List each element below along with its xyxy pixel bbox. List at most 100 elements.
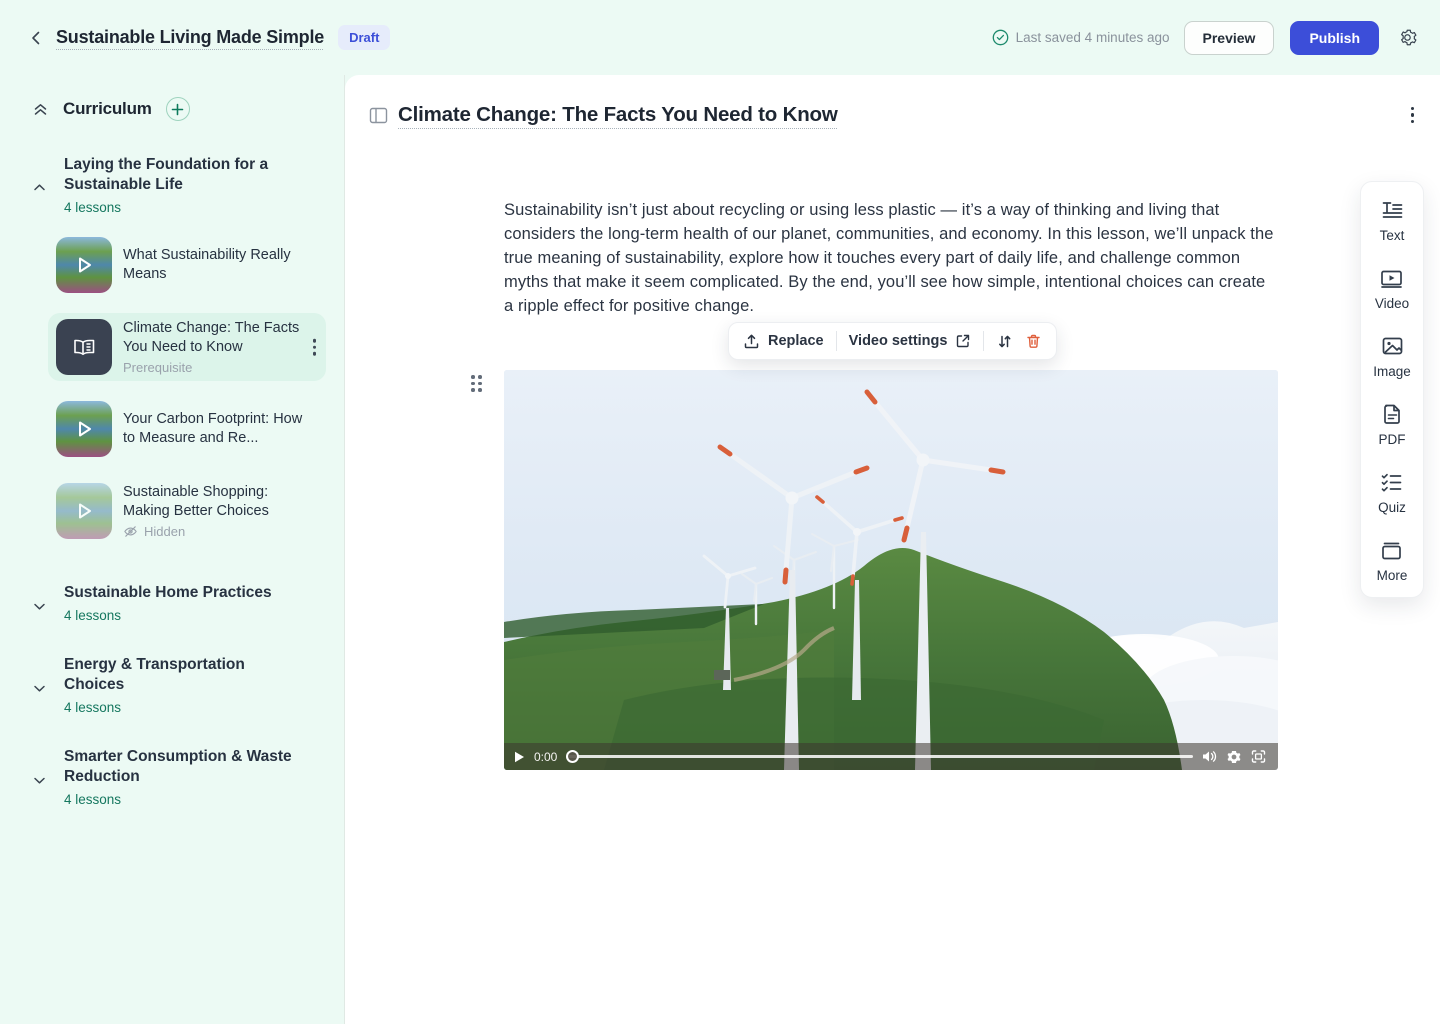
curriculum-section: Energy & Transportation Choices 4 lesson… [32, 655, 326, 715]
section-header-3[interactable]: Energy & Transportation Choices 4 lesson… [32, 655, 326, 715]
lesson-item-sustainable-shopping[interactable]: Sustainable Shopping: Making Better Choi… [48, 477, 326, 545]
top-bar-actions: Last saved 4 minutes ago Preview Publish [992, 21, 1418, 55]
lesson-item-what-sustainability[interactable]: What Sustainability Really Means [48, 231, 326, 299]
lesson-page-title[interactable]: Climate Change: The Facts You Need to Kn… [398, 103, 838, 127]
course-editor-app: Sustainable Living Made Simple Draft Las… [0, 0, 1440, 1024]
curriculum-header: Curriculum [32, 97, 326, 121]
external-link-icon [955, 333, 971, 349]
lesson-reading-thumbnail [56, 319, 112, 375]
trash-icon [1025, 333, 1042, 350]
text-icon [1380, 198, 1405, 223]
play-icon [56, 401, 112, 457]
panel-left-icon [369, 106, 388, 125]
last-saved-status: Last saved 4 minutes ago [992, 29, 1170, 46]
settings-button[interactable] [1397, 27, 1418, 48]
section-header-4[interactable]: Smarter Consumption & Waste Reduction 4 … [32, 747, 326, 807]
eye-off-icon [123, 524, 138, 539]
image-icon [1380, 334, 1405, 359]
back-button[interactable] [22, 24, 50, 52]
section-title: Energy & Transportation Choices [64, 655, 294, 695]
video-control-bar: 0:00 [504, 743, 1278, 770]
section-title: Sustainable Home Practices [64, 583, 272, 603]
lesson-hidden-label: Hidden [123, 524, 308, 539]
sort-arrows-icon [996, 333, 1013, 350]
section-title: Laying the Foundation for a Sustainable … [64, 155, 294, 195]
video-block-toolbar: Replace Video settings [728, 322, 1057, 360]
lesson-options-button[interactable] [1411, 107, 1415, 124]
volume-icon [1202, 750, 1217, 763]
section-lesson-count: 4 lessons [64, 608, 272, 623]
lesson-item-climate-change[interactable]: Climate Change: The Facts You Need to Kn… [48, 313, 326, 381]
delete-block-button[interactable] [1025, 333, 1042, 350]
video-player[interactable]: 0:00 [504, 370, 1278, 770]
curriculum-sidebar: Curriculum Laying the Foundation for a S… [0, 75, 345, 1024]
publish-button[interactable]: Publish [1290, 21, 1379, 55]
section-title: Smarter Consumption & Waste Reduction [64, 747, 294, 787]
lesson-editor-main: Climate Change: The Facts You Need to Kn… [345, 75, 1440, 1024]
lesson-options-button[interactable] [313, 339, 317, 356]
curriculum-section: Laying the Foundation for a Sustainable … [32, 155, 326, 545]
open-book-icon [70, 333, 98, 361]
section-lesson-count: 4 lessons [64, 792, 294, 807]
video-timestamp: 0:00 [534, 750, 557, 764]
add-section-button[interactable] [166, 97, 190, 121]
lesson-video-thumbnail [56, 401, 112, 457]
curriculum-title: Curriculum [63, 99, 152, 119]
insert-more-button[interactable]: More [1377, 538, 1408, 583]
play-icon [514, 751, 525, 763]
curriculum-section: Smarter Consumption & Waste Reduction 4 … [32, 747, 326, 807]
more-icon [1379, 538, 1404, 563]
lesson-title: Your Carbon Footprint: How to Measure an… [123, 410, 308, 448]
lesson-video-thumbnail [56, 483, 112, 539]
lesson-title: Sustainable Shopping: Making Better Choi… [123, 483, 308, 521]
lesson-paragraph[interactable]: Sustainability isn’t just about recyclin… [504, 198, 1278, 318]
fullscreen-icon [1251, 750, 1266, 763]
top-bar: Sustainable Living Made Simple Draft Las… [0, 0, 1440, 75]
video-scrubber-handle[interactable] [566, 750, 579, 763]
play-button[interactable] [514, 751, 525, 763]
lesson-list: What Sustainability Really Means Climate… [48, 231, 326, 545]
curriculum-section: Sustainable Home Practices 4 lessons [32, 583, 326, 623]
lesson-header: Climate Change: The Facts You Need to Kn… [345, 75, 1440, 127]
lesson-item-carbon-footprint[interactable]: Your Carbon Footprint: How to Measure an… [48, 395, 326, 463]
check-circle-icon [992, 29, 1009, 46]
course-title[interactable]: Sustainable Living Made Simple [56, 27, 324, 48]
insert-image-button[interactable]: Image [1373, 334, 1411, 379]
section-header-2[interactable]: Sustainable Home Practices 4 lessons [32, 583, 326, 623]
wind-farm-video-still [504, 370, 1278, 770]
video-settings-gear-button[interactable] [1227, 750, 1241, 764]
section-header-1[interactable]: Laying the Foundation for a Sustainable … [32, 155, 326, 215]
insert-quiz-button[interactable]: Quiz [1378, 470, 1406, 515]
toolbar-divider [836, 331, 837, 351]
lesson-content: Sustainability isn’t just about recyclin… [504, 198, 1278, 318]
play-icon [56, 237, 112, 293]
replace-video-button[interactable]: Replace [743, 333, 824, 350]
video-settings-button[interactable]: Video settings [849, 333, 972, 349]
fullscreen-button[interactable] [1251, 750, 1266, 763]
lesson-title: What Sustainability Really Means [123, 246, 308, 284]
preview-button[interactable]: Preview [1184, 21, 1275, 55]
gear-icon [1397, 27, 1418, 48]
sidebar-toggle-button[interactable] [369, 106, 388, 125]
lesson-video-thumbnail [56, 237, 112, 293]
video-controls-right [1202, 750, 1266, 764]
video-progress-bar[interactable] [566, 750, 1193, 764]
section-lesson-count: 4 lessons [64, 700, 294, 715]
gear-icon [1227, 750, 1241, 764]
upload-icon [743, 333, 760, 350]
pdf-icon [1380, 402, 1405, 427]
chevron-left-icon [28, 30, 44, 46]
quiz-icon [1379, 470, 1404, 495]
chevron-down-icon [32, 753, 48, 807]
volume-button[interactable] [1202, 750, 1217, 763]
insert-video-button[interactable]: Video [1375, 266, 1409, 311]
toolbar-divider [983, 331, 984, 351]
move-block-button[interactable] [996, 333, 1013, 350]
collapse-all-button[interactable] [32, 101, 49, 118]
chevron-up-icon [32, 159, 48, 215]
insert-pdf-button[interactable]: PDF [1379, 402, 1406, 447]
insert-text-button[interactable]: Text [1380, 198, 1405, 243]
block-drag-handle[interactable] [471, 375, 482, 392]
lesson-prerequisite-label: Prerequisite [123, 360, 308, 375]
chevron-down-icon [32, 589, 48, 623]
